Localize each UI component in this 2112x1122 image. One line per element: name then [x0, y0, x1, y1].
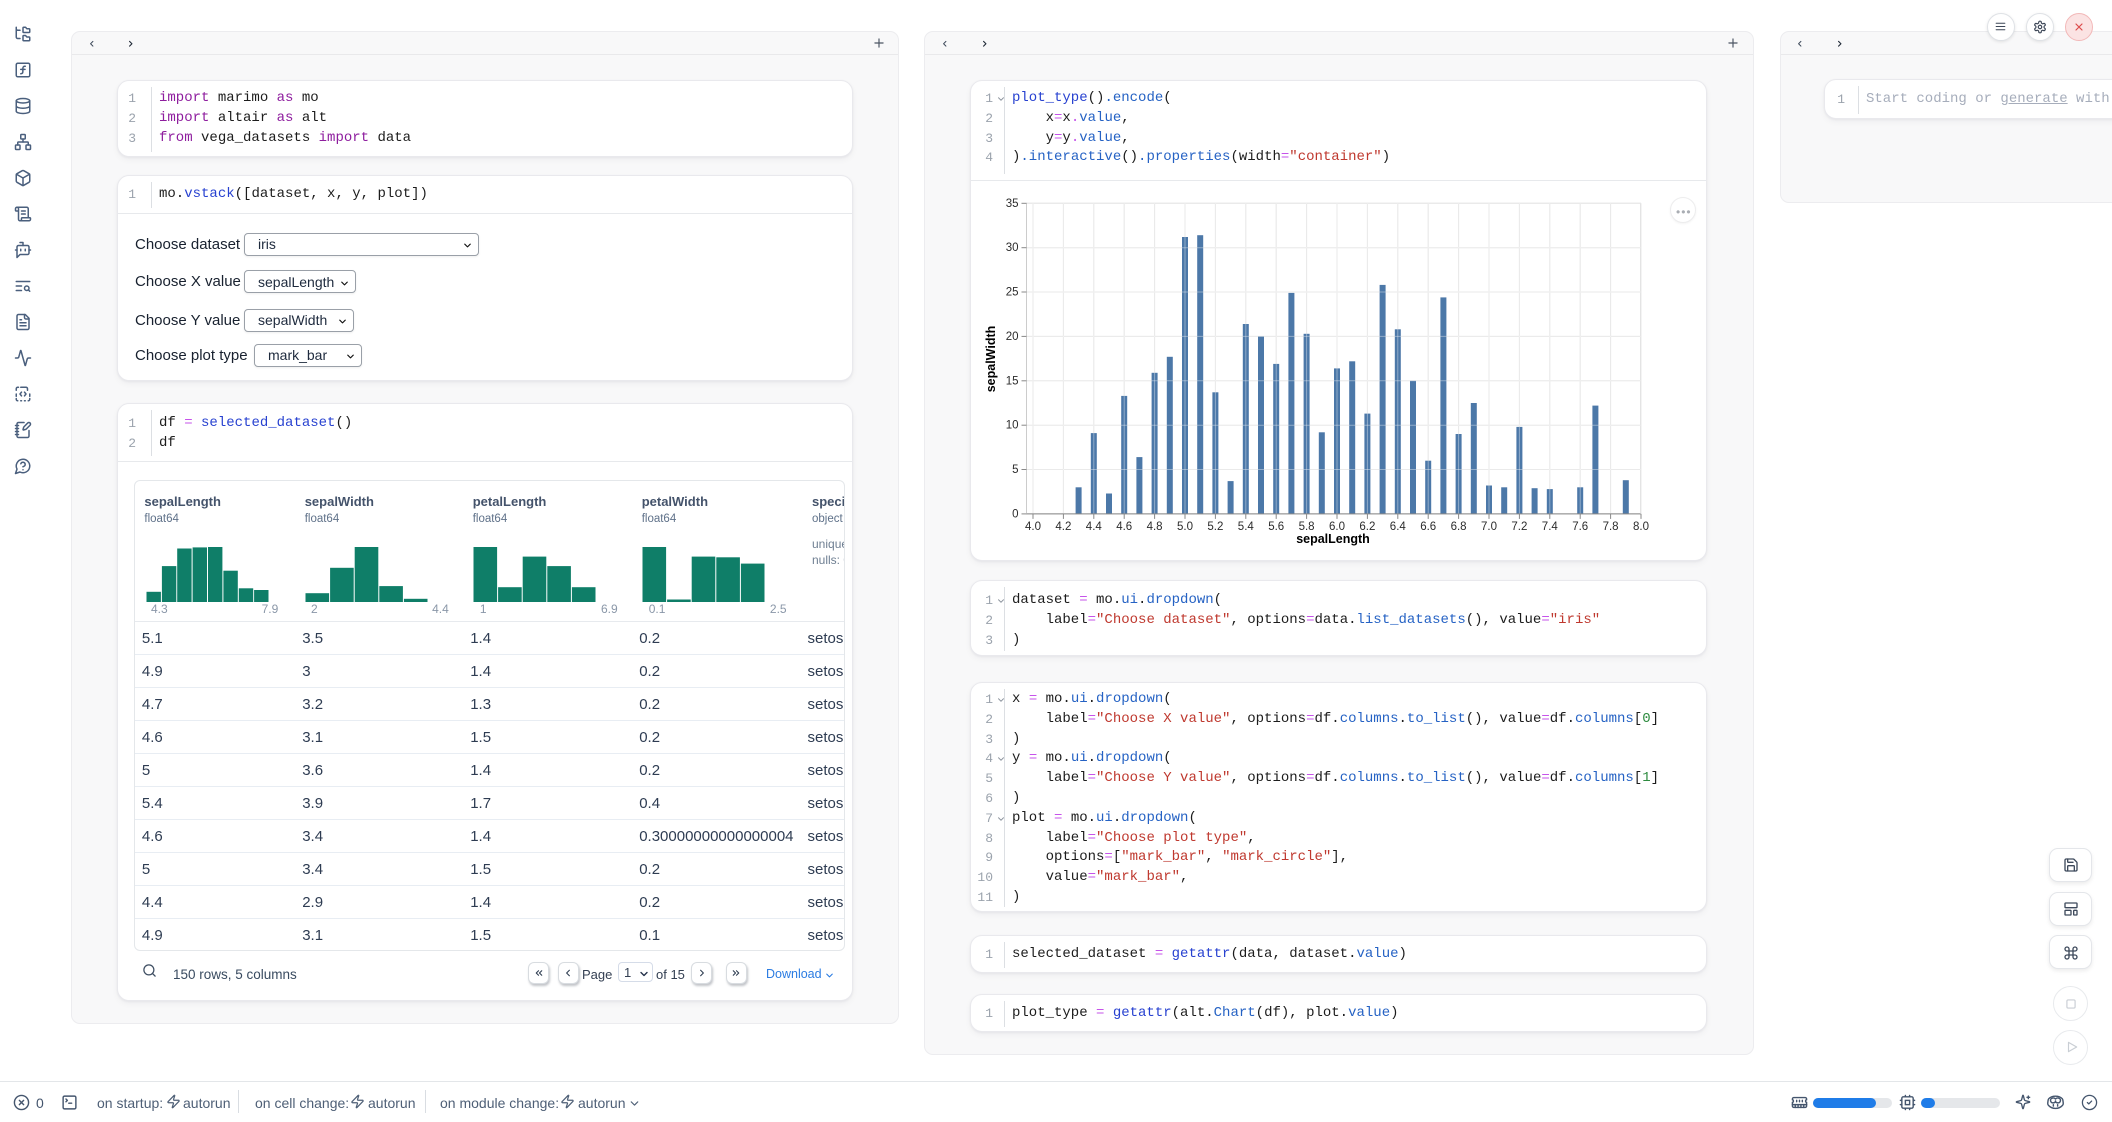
svg-text:20: 20 — [1006, 331, 1019, 343]
svg-text:6.8: 6.8 — [1451, 521, 1467, 533]
svg-text:sepalLength: sepalLength — [1296, 532, 1370, 546]
svg-text:6.4: 6.4 — [1390, 521, 1407, 533]
svg-text:35: 35 — [1006, 198, 1019, 210]
svg-text:30: 30 — [1006, 242, 1019, 254]
svg-text:15: 15 — [1006, 375, 1019, 387]
svg-text:5.0: 5.0 — [1177, 521, 1193, 533]
svg-text:4.0: 4.0 — [1025, 521, 1041, 533]
svg-text:7.2: 7.2 — [1511, 521, 1527, 533]
svg-text:4.6: 4.6 — [1116, 521, 1132, 533]
svg-text:7.0: 7.0 — [1481, 521, 1497, 533]
svg-text:5: 5 — [1012, 464, 1018, 476]
svg-text:7.4: 7.4 — [1542, 521, 1559, 533]
svg-text:8.0: 8.0 — [1633, 521, 1649, 533]
svg-text:4.8: 4.8 — [1147, 521, 1163, 533]
svg-text:6.6: 6.6 — [1420, 521, 1436, 533]
svg-text:7.8: 7.8 — [1603, 521, 1619, 533]
svg-text:5.4: 5.4 — [1238, 521, 1255, 533]
svg-text:sepalWidth: sepalWidth — [984, 326, 998, 393]
svg-text:5.2: 5.2 — [1207, 521, 1223, 533]
svg-text:7.6: 7.6 — [1572, 521, 1588, 533]
svg-text:5.6: 5.6 — [1268, 521, 1284, 533]
svg-text:4.4: 4.4 — [1086, 521, 1103, 533]
svg-text:4.2: 4.2 — [1055, 521, 1071, 533]
svg-text:10: 10 — [1006, 420, 1019, 432]
svg-text:0: 0 — [1012, 508, 1018, 520]
svg-text:25: 25 — [1006, 287, 1019, 299]
